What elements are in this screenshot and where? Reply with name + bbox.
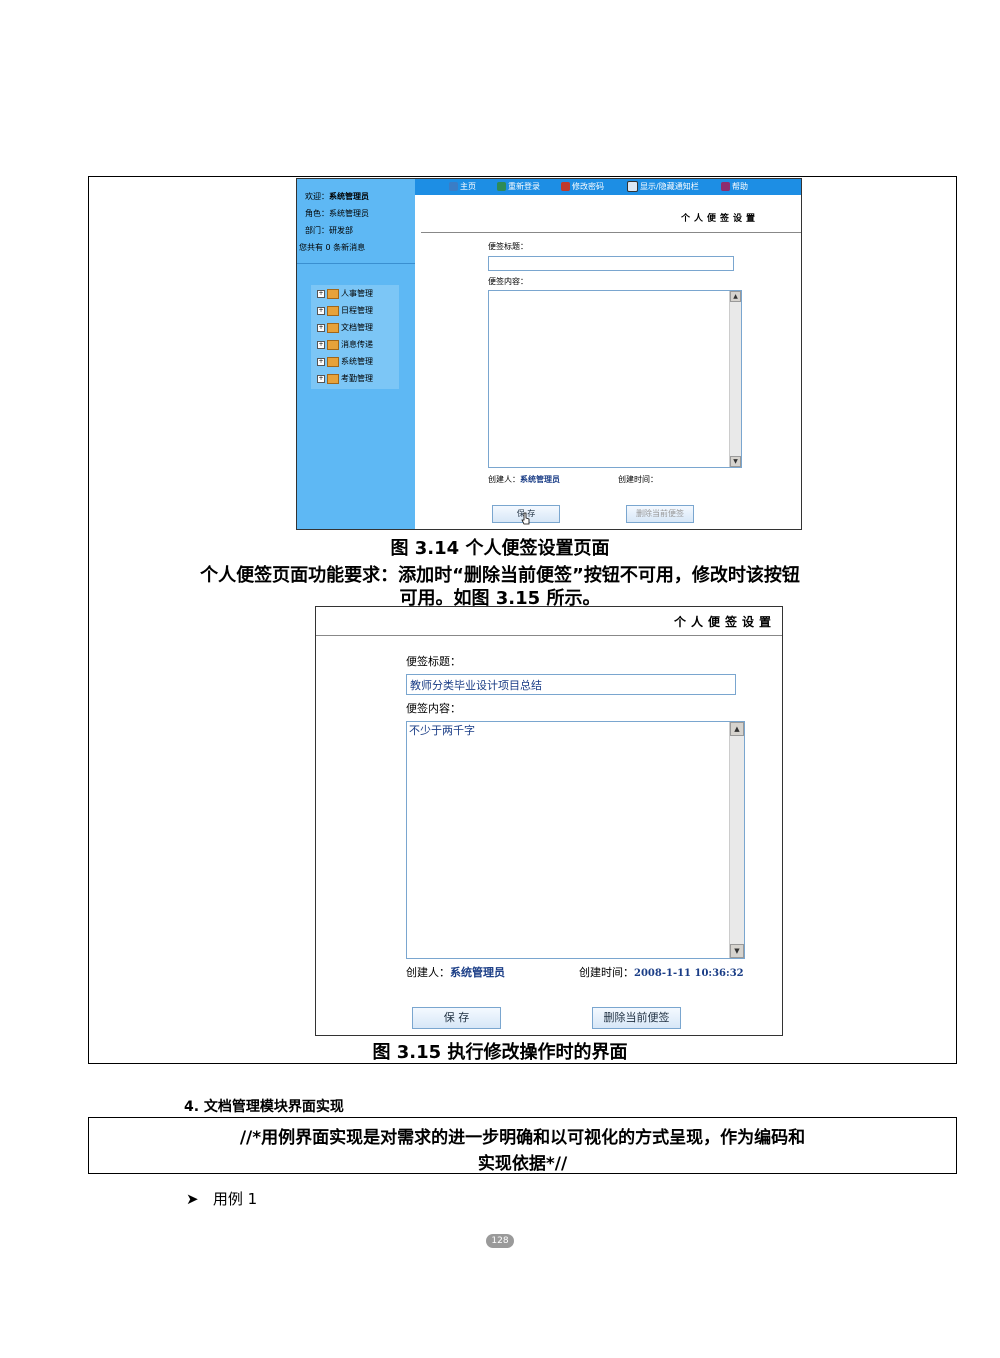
creator-line: 创建人：系统管理员 <box>488 474 560 485</box>
nav-toggle-notice[interactable]: 显示/隐藏通知栏 <box>627 181 699 192</box>
section-title: 4. 文档管理模块界面实现 <box>184 1099 344 1115</box>
note-title-label: 便签标题： <box>488 242 528 251</box>
bullet-text: 用例 1 <box>212 1190 258 1208</box>
messages-line[interactable]: 您共有 0 条新消息 <box>299 243 365 253</box>
note-content-label: 便签内容： <box>406 702 461 715</box>
bullet-item: ➤ 用例 1 <box>186 1188 257 1209</box>
created-time-label: 创建时间： <box>579 966 634 979</box>
note-title-input[interactable]: 教师分类毕业设计项目总结 <box>406 674 736 695</box>
folder-icon <box>327 305 339 316</box>
creator-label: 创建人： <box>406 966 450 979</box>
nav-relogin[interactable]: 重新登录 <box>497 181 540 192</box>
key-icon <box>561 182 570 191</box>
note-title-input[interactable] <box>488 256 734 271</box>
folder-icon <box>327 339 339 350</box>
delete-note-button: 删除当前便签 <box>626 505 694 523</box>
creator-value: 系统管理员 <box>520 475 560 484</box>
folder-icon <box>327 322 339 333</box>
created-time-label: 创建时间： <box>618 475 658 484</box>
creator-line: 创建人：系统管理员 <box>406 964 505 980</box>
page-title: 个人便签设置 <box>681 214 760 224</box>
expand-icon[interactable]: + <box>317 289 325 298</box>
relogin-icon <box>497 182 506 191</box>
note-text-line-1: //*用例界面实现是对需求的进一步明确和以可视化的方式呈现，作为编码和 <box>239 1128 806 1148</box>
figure-caption-2: 图 3.15 执行修改操作时的界面 <box>372 1042 628 1063</box>
save-button[interactable]: 保 存 <box>412 1007 501 1029</box>
nav-label: 修改密码 <box>572 182 604 191</box>
hand-cursor-icon <box>521 512 530 525</box>
created-time-line: 创建时间： <box>618 474 658 485</box>
note-content-textarea[interactable]: ▲ ▼ <box>488 290 742 468</box>
tree-item-label: 人事管理 <box>341 289 373 298</box>
note-content-textarea[interactable]: 不少于两千字 ▲ ▼ <box>406 721 745 959</box>
tree-item-hr[interactable]: + 人事管理 <box>317 285 373 302</box>
tree-item-label: 系统管理 <box>341 357 373 366</box>
expand-icon[interactable]: + <box>317 357 325 366</box>
home-icon <box>449 182 458 191</box>
title-divider <box>421 232 801 233</box>
help-book-icon <box>721 182 730 191</box>
screenshot-edit-note: 个人便签设置 便签标题： 教师分类毕业设计项目总结 便签内容： 不少于两千字 ▲… <box>315 606 783 1036</box>
page-title: 个人便签设置 <box>673 615 776 629</box>
tree-item-documents[interactable]: + 文档管理 <box>317 319 373 336</box>
tree-item-label: 文档管理 <box>341 323 373 332</box>
screenshot-note-settings: 欢迎：系统管理员 角色：系统管理员 部门：研发部 您共有 0 条新消息 + 人事管… <box>296 178 802 530</box>
welcome-line: 欢迎：系统管理员 <box>305 192 369 202</box>
tree-item-label: 考勤管理 <box>341 374 373 383</box>
vertical-scrollbar[interactable]: ▲ ▼ <box>729 291 741 467</box>
welcome-user: 系统管理员 <box>329 192 369 201</box>
page-number: 128 <box>486 1234 514 1248</box>
scroll-up-icon[interactable]: ▲ <box>730 722 744 736</box>
arrow-bullet-icon: ➤ <box>186 1190 199 1208</box>
creator-label: 创建人： <box>488 475 520 484</box>
tree-item-schedule[interactable]: + 日程管理 <box>317 302 373 319</box>
nav-label: 主页 <box>460 182 476 191</box>
creator-value: 系统管理员 <box>450 966 505 979</box>
vertical-scrollbar[interactable]: ▲ ▼ <box>729 722 744 958</box>
left-sidebar: 欢迎：系统管理员 角色：系统管理员 部门：研发部 您共有 0 条新消息 + 人事管… <box>297 179 415 529</box>
expand-icon[interactable]: + <box>317 374 325 383</box>
nav-change-password[interactable]: 修改密码 <box>561 181 604 192</box>
expand-icon[interactable]: + <box>317 340 325 349</box>
scroll-down-icon[interactable]: ▼ <box>730 944 744 958</box>
note-content-label: 便签内容： <box>488 277 528 286</box>
dept-line: 部门：研发部 <box>305 226 353 235</box>
delete-note-button[interactable]: 删除当前便签 <box>592 1007 681 1029</box>
note-content-text: 不少于两千字 <box>409 724 475 737</box>
note-text-line-2: 实现依据*// <box>477 1154 568 1174</box>
scroll-up-icon[interactable]: ▲ <box>730 291 741 302</box>
expand-icon[interactable]: + <box>317 306 325 315</box>
figure-caption-1: 图 3.14 个人便签设置页面 <box>390 538 610 559</box>
tree-item-label: 消息传递 <box>341 340 373 349</box>
nav-label: 重新登录 <box>508 182 540 191</box>
role-line: 角色：系统管理员 <box>305 209 369 218</box>
created-time-line: 创建时间：2008-1-11 10:36:32 <box>579 964 744 980</box>
sidebar-divider <box>297 263 415 264</box>
note-box: //*用例界面实现是对需求的进一步明确和以可视化的方式呈现，作为编码和 实现依据… <box>88 1117 957 1174</box>
folder-icon <box>327 288 339 299</box>
top-nav-bar: 主页 重新登录 修改密码 显示/隐藏通知栏 帮助 <box>415 179 801 195</box>
tree-item-label: 日程管理 <box>341 306 373 315</box>
scroll-down-icon[interactable]: ▼ <box>730 456 741 467</box>
nav-label: 帮助 <box>732 182 748 191</box>
tree-item-system[interactable]: + 系统管理 <box>317 353 373 370</box>
note-title-label: 便签标题： <box>406 655 461 668</box>
nav-label: 显示/隐藏通知栏 <box>640 182 699 191</box>
panel-icon <box>627 181 638 192</box>
nav-home[interactable]: 主页 <box>449 181 476 192</box>
tree-item-messages[interactable]: + 消息传递 <box>317 336 373 353</box>
title-divider <box>316 635 782 636</box>
nav-tree: + 人事管理 + 日程管理 + 文档管理 + 消息传递 + 系统管理 + 考勤管理 <box>311 285 399 389</box>
expand-icon[interactable]: + <box>317 323 325 332</box>
nav-help[interactable]: 帮助 <box>721 181 748 192</box>
folder-icon <box>327 373 339 384</box>
created-time-value: 2008-1-11 10:36:32 <box>634 968 744 979</box>
folder-icon <box>327 356 339 367</box>
welcome-label: 欢迎： <box>305 192 329 201</box>
tree-item-attendance[interactable]: + 考勤管理 <box>317 370 373 387</box>
